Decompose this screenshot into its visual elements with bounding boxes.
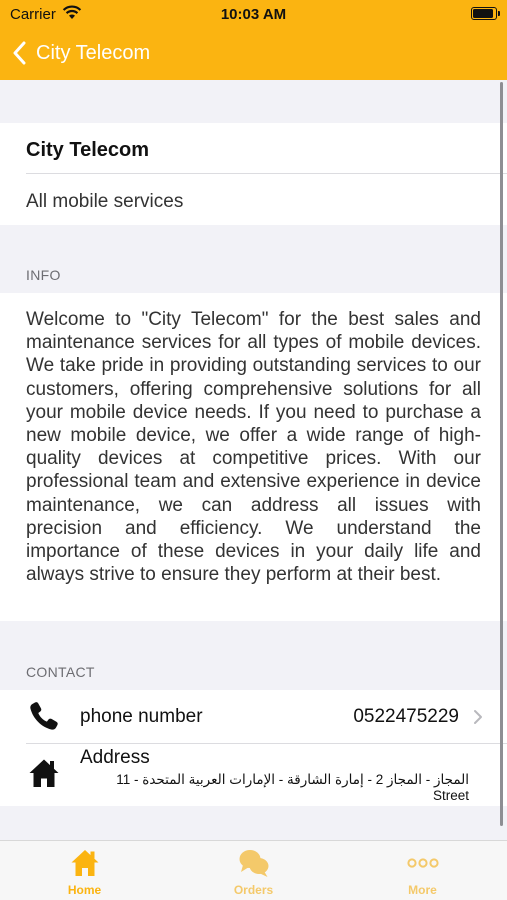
home-icon: [71, 850, 99, 876]
status-bar: Carrier 10:03 AM: [0, 0, 507, 28]
chevron-left-icon: [13, 41, 26, 65]
clock: 10:03 AM: [220, 6, 287, 23]
tab-orders[interactable]: Orders: [169, 841, 338, 900]
content-scroll-view[interactable]: City Telecom All mobile services INFO We…: [0, 80, 507, 840]
top-bar: Carrier 10:03 AM City Telecom: [0, 0, 507, 80]
phone-icon: [30, 702, 58, 730]
info-card: Welcome to "City Telecom" for the best s…: [0, 293, 507, 621]
tab-more-label: More: [408, 883, 437, 897]
divider: [26, 173, 507, 174]
tab-orders-label: Orders: [233, 883, 274, 897]
battery-icon: [471, 7, 500, 20]
chevron-right-icon: [474, 710, 482, 724]
contact-card: phone number 0522475229 Address المجاز -…: [0, 690, 507, 806]
phone-value: 0522475229: [353, 706, 459, 727]
address-row[interactable]: Address المجاز - المجاز 2 - إمارة الشارق…: [0, 744, 507, 806]
back-button[interactable]: City Telecom: [12, 36, 150, 70]
business-title: City Telecom: [26, 139, 149, 161]
phone-label: phone number: [80, 706, 203, 727]
tab-bar: Home Orders More: [0, 840, 507, 900]
more-dots-icon: [407, 858, 439, 868]
tab-home[interactable]: Home: [0, 841, 169, 900]
contact-section-header: CONTACT: [26, 664, 95, 680]
tab-more[interactable]: More: [338, 841, 507, 900]
info-section-header: INFO: [26, 267, 61, 283]
business-subtitle: All mobile services: [26, 191, 184, 212]
back-button-label: City Telecom: [36, 41, 151, 64]
address-value: المجاز - المجاز 2 - إمارة الشارقة - الإم…: [116, 772, 469, 803]
address-label: Address: [80, 747, 150, 768]
header-card: City Telecom All mobile services: [0, 123, 507, 225]
navigation-bar: City Telecom: [0, 28, 507, 80]
scrollbar[interactable]: [500, 82, 503, 826]
info-text: Welcome to "City Telecom" for the best s…: [26, 309, 481, 586]
phone-row[interactable]: phone number 0522475229: [0, 690, 507, 743]
chat-bubbles-icon: [239, 850, 269, 877]
tab-home-label: Home: [67, 883, 102, 897]
home-icon: [29, 759, 59, 787]
